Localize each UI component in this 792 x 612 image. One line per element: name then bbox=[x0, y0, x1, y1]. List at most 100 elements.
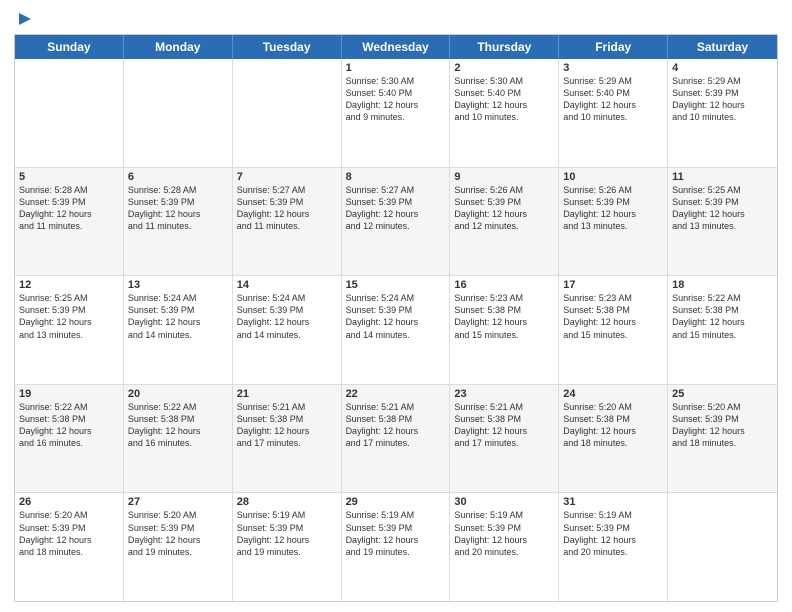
calendar-cell: 21Sunrise: 5:21 AM Sunset: 5:38 PM Dayli… bbox=[233, 385, 342, 493]
calendar-row: 5Sunrise: 5:28 AM Sunset: 5:39 PM Daylig… bbox=[15, 167, 777, 276]
calendar-cell: 8Sunrise: 5:27 AM Sunset: 5:39 PM Daylig… bbox=[342, 168, 451, 276]
day-info: Sunrise: 5:22 AM Sunset: 5:38 PM Dayligh… bbox=[128, 401, 228, 450]
calendar-cell: 20Sunrise: 5:22 AM Sunset: 5:38 PM Dayli… bbox=[124, 385, 233, 493]
header-day: Saturday bbox=[668, 35, 777, 59]
calendar-cell: 16Sunrise: 5:23 AM Sunset: 5:38 PM Dayli… bbox=[450, 276, 559, 384]
day-info: Sunrise: 5:20 AM Sunset: 5:38 PM Dayligh… bbox=[563, 401, 663, 450]
day-info: Sunrise: 5:19 AM Sunset: 5:39 PM Dayligh… bbox=[346, 509, 446, 558]
day-info: Sunrise: 5:21 AM Sunset: 5:38 PM Dayligh… bbox=[454, 401, 554, 450]
calendar-cell: 1Sunrise: 5:30 AM Sunset: 5:40 PM Daylig… bbox=[342, 59, 451, 167]
day-number: 24 bbox=[563, 388, 663, 400]
day-info: Sunrise: 5:25 AM Sunset: 5:39 PM Dayligh… bbox=[672, 184, 773, 233]
day-number: 8 bbox=[346, 171, 446, 183]
day-number: 25 bbox=[672, 388, 773, 400]
calendar-cell: 30Sunrise: 5:19 AM Sunset: 5:39 PM Dayli… bbox=[450, 493, 559, 601]
day-info: Sunrise: 5:26 AM Sunset: 5:39 PM Dayligh… bbox=[563, 184, 663, 233]
day-number: 17 bbox=[563, 279, 663, 291]
calendar-cell: 5Sunrise: 5:28 AM Sunset: 5:39 PM Daylig… bbox=[15, 168, 124, 276]
day-number: 9 bbox=[454, 171, 554, 183]
header-day: Wednesday bbox=[342, 35, 451, 59]
day-number: 6 bbox=[128, 171, 228, 183]
calendar-cell: 17Sunrise: 5:23 AM Sunset: 5:38 PM Dayli… bbox=[559, 276, 668, 384]
day-info: Sunrise: 5:22 AM Sunset: 5:38 PM Dayligh… bbox=[672, 292, 773, 341]
calendar-cell: 11Sunrise: 5:25 AM Sunset: 5:39 PM Dayli… bbox=[668, 168, 777, 276]
day-info: Sunrise: 5:30 AM Sunset: 5:40 PM Dayligh… bbox=[346, 75, 446, 124]
calendar-row: 1Sunrise: 5:30 AM Sunset: 5:40 PM Daylig… bbox=[15, 59, 777, 167]
calendar-row: 19Sunrise: 5:22 AM Sunset: 5:38 PM Dayli… bbox=[15, 384, 777, 493]
day-info: Sunrise: 5:28 AM Sunset: 5:39 PM Dayligh… bbox=[128, 184, 228, 233]
day-info: Sunrise: 5:24 AM Sunset: 5:39 PM Dayligh… bbox=[346, 292, 446, 341]
day-info: Sunrise: 5:28 AM Sunset: 5:39 PM Dayligh… bbox=[19, 184, 119, 233]
day-number: 5 bbox=[19, 171, 119, 183]
calendar-cell: 22Sunrise: 5:21 AM Sunset: 5:38 PM Dayli… bbox=[342, 385, 451, 493]
day-number: 26 bbox=[19, 496, 119, 508]
calendar-cell bbox=[668, 493, 777, 601]
calendar-cell: 10Sunrise: 5:26 AM Sunset: 5:39 PM Dayli… bbox=[559, 168, 668, 276]
day-info: Sunrise: 5:19 AM Sunset: 5:39 PM Dayligh… bbox=[454, 509, 554, 558]
day-info: Sunrise: 5:24 AM Sunset: 5:39 PM Dayligh… bbox=[128, 292, 228, 341]
calendar-cell: 19Sunrise: 5:22 AM Sunset: 5:38 PM Dayli… bbox=[15, 385, 124, 493]
header-day: Tuesday bbox=[233, 35, 342, 59]
day-info: Sunrise: 5:24 AM Sunset: 5:39 PM Dayligh… bbox=[237, 292, 337, 341]
calendar-cell: 4Sunrise: 5:29 AM Sunset: 5:39 PM Daylig… bbox=[668, 59, 777, 167]
calendar-cell: 14Sunrise: 5:24 AM Sunset: 5:39 PM Dayli… bbox=[233, 276, 342, 384]
day-number: 28 bbox=[237, 496, 337, 508]
day-number: 16 bbox=[454, 279, 554, 291]
calendar-cell: 15Sunrise: 5:24 AM Sunset: 5:39 PM Dayli… bbox=[342, 276, 451, 384]
header-day: Thursday bbox=[450, 35, 559, 59]
day-number: 7 bbox=[237, 171, 337, 183]
calendar-cell bbox=[15, 59, 124, 167]
day-number: 22 bbox=[346, 388, 446, 400]
day-number: 23 bbox=[454, 388, 554, 400]
calendar-cell: 18Sunrise: 5:22 AM Sunset: 5:38 PM Dayli… bbox=[668, 276, 777, 384]
day-info: Sunrise: 5:23 AM Sunset: 5:38 PM Dayligh… bbox=[563, 292, 663, 341]
day-number: 31 bbox=[563, 496, 663, 508]
day-number: 15 bbox=[346, 279, 446, 291]
day-number: 12 bbox=[19, 279, 119, 291]
calendar-cell: 13Sunrise: 5:24 AM Sunset: 5:39 PM Dayli… bbox=[124, 276, 233, 384]
day-number: 20 bbox=[128, 388, 228, 400]
day-number: 27 bbox=[128, 496, 228, 508]
calendar-cell: 25Sunrise: 5:20 AM Sunset: 5:39 PM Dayli… bbox=[668, 385, 777, 493]
day-number: 10 bbox=[563, 171, 663, 183]
day-info: Sunrise: 5:19 AM Sunset: 5:39 PM Dayligh… bbox=[237, 509, 337, 558]
day-info: Sunrise: 5:21 AM Sunset: 5:38 PM Dayligh… bbox=[346, 401, 446, 450]
logo bbox=[14, 10, 34, 28]
calendar-cell: 23Sunrise: 5:21 AM Sunset: 5:38 PM Dayli… bbox=[450, 385, 559, 493]
header-day: Friday bbox=[559, 35, 668, 59]
calendar-cell: 29Sunrise: 5:19 AM Sunset: 5:39 PM Dayli… bbox=[342, 493, 451, 601]
day-number: 19 bbox=[19, 388, 119, 400]
day-info: Sunrise: 5:29 AM Sunset: 5:39 PM Dayligh… bbox=[672, 75, 773, 124]
day-info: Sunrise: 5:29 AM Sunset: 5:40 PM Dayligh… bbox=[563, 75, 663, 124]
day-info: Sunrise: 5:23 AM Sunset: 5:38 PM Dayligh… bbox=[454, 292, 554, 341]
day-info: Sunrise: 5:20 AM Sunset: 5:39 PM Dayligh… bbox=[128, 509, 228, 558]
calendar-cell bbox=[124, 59, 233, 167]
calendar-cell: 6Sunrise: 5:28 AM Sunset: 5:39 PM Daylig… bbox=[124, 168, 233, 276]
header-day: Sunday bbox=[15, 35, 124, 59]
calendar-cell: 27Sunrise: 5:20 AM Sunset: 5:39 PM Dayli… bbox=[124, 493, 233, 601]
day-number: 18 bbox=[672, 279, 773, 291]
day-info: Sunrise: 5:30 AM Sunset: 5:40 PM Dayligh… bbox=[454, 75, 554, 124]
day-number: 3 bbox=[563, 62, 663, 74]
day-info: Sunrise: 5:27 AM Sunset: 5:39 PM Dayligh… bbox=[346, 184, 446, 233]
calendar-cell: 2Sunrise: 5:30 AM Sunset: 5:40 PM Daylig… bbox=[450, 59, 559, 167]
day-number: 4 bbox=[672, 62, 773, 74]
day-info: Sunrise: 5:22 AM Sunset: 5:38 PM Dayligh… bbox=[19, 401, 119, 450]
calendar-cell: 26Sunrise: 5:20 AM Sunset: 5:39 PM Dayli… bbox=[15, 493, 124, 601]
calendar-cell: 7Sunrise: 5:27 AM Sunset: 5:39 PM Daylig… bbox=[233, 168, 342, 276]
logo-icon bbox=[16, 10, 34, 28]
day-number: 2 bbox=[454, 62, 554, 74]
calendar-cell bbox=[233, 59, 342, 167]
calendar-cell: 3Sunrise: 5:29 AM Sunset: 5:40 PM Daylig… bbox=[559, 59, 668, 167]
calendar-header: SundayMondayTuesdayWednesdayThursdayFrid… bbox=[15, 35, 777, 59]
calendar-cell: 28Sunrise: 5:19 AM Sunset: 5:39 PM Dayli… bbox=[233, 493, 342, 601]
day-info: Sunrise: 5:25 AM Sunset: 5:39 PM Dayligh… bbox=[19, 292, 119, 341]
calendar-cell: 31Sunrise: 5:19 AM Sunset: 5:39 PM Dayli… bbox=[559, 493, 668, 601]
day-number: 30 bbox=[454, 496, 554, 508]
day-number: 21 bbox=[237, 388, 337, 400]
calendar-cell: 9Sunrise: 5:26 AM Sunset: 5:39 PM Daylig… bbox=[450, 168, 559, 276]
day-number: 11 bbox=[672, 171, 773, 183]
header bbox=[14, 10, 778, 28]
calendar: SundayMondayTuesdayWednesdayThursdayFrid… bbox=[14, 34, 778, 602]
day-info: Sunrise: 5:20 AM Sunset: 5:39 PM Dayligh… bbox=[19, 509, 119, 558]
